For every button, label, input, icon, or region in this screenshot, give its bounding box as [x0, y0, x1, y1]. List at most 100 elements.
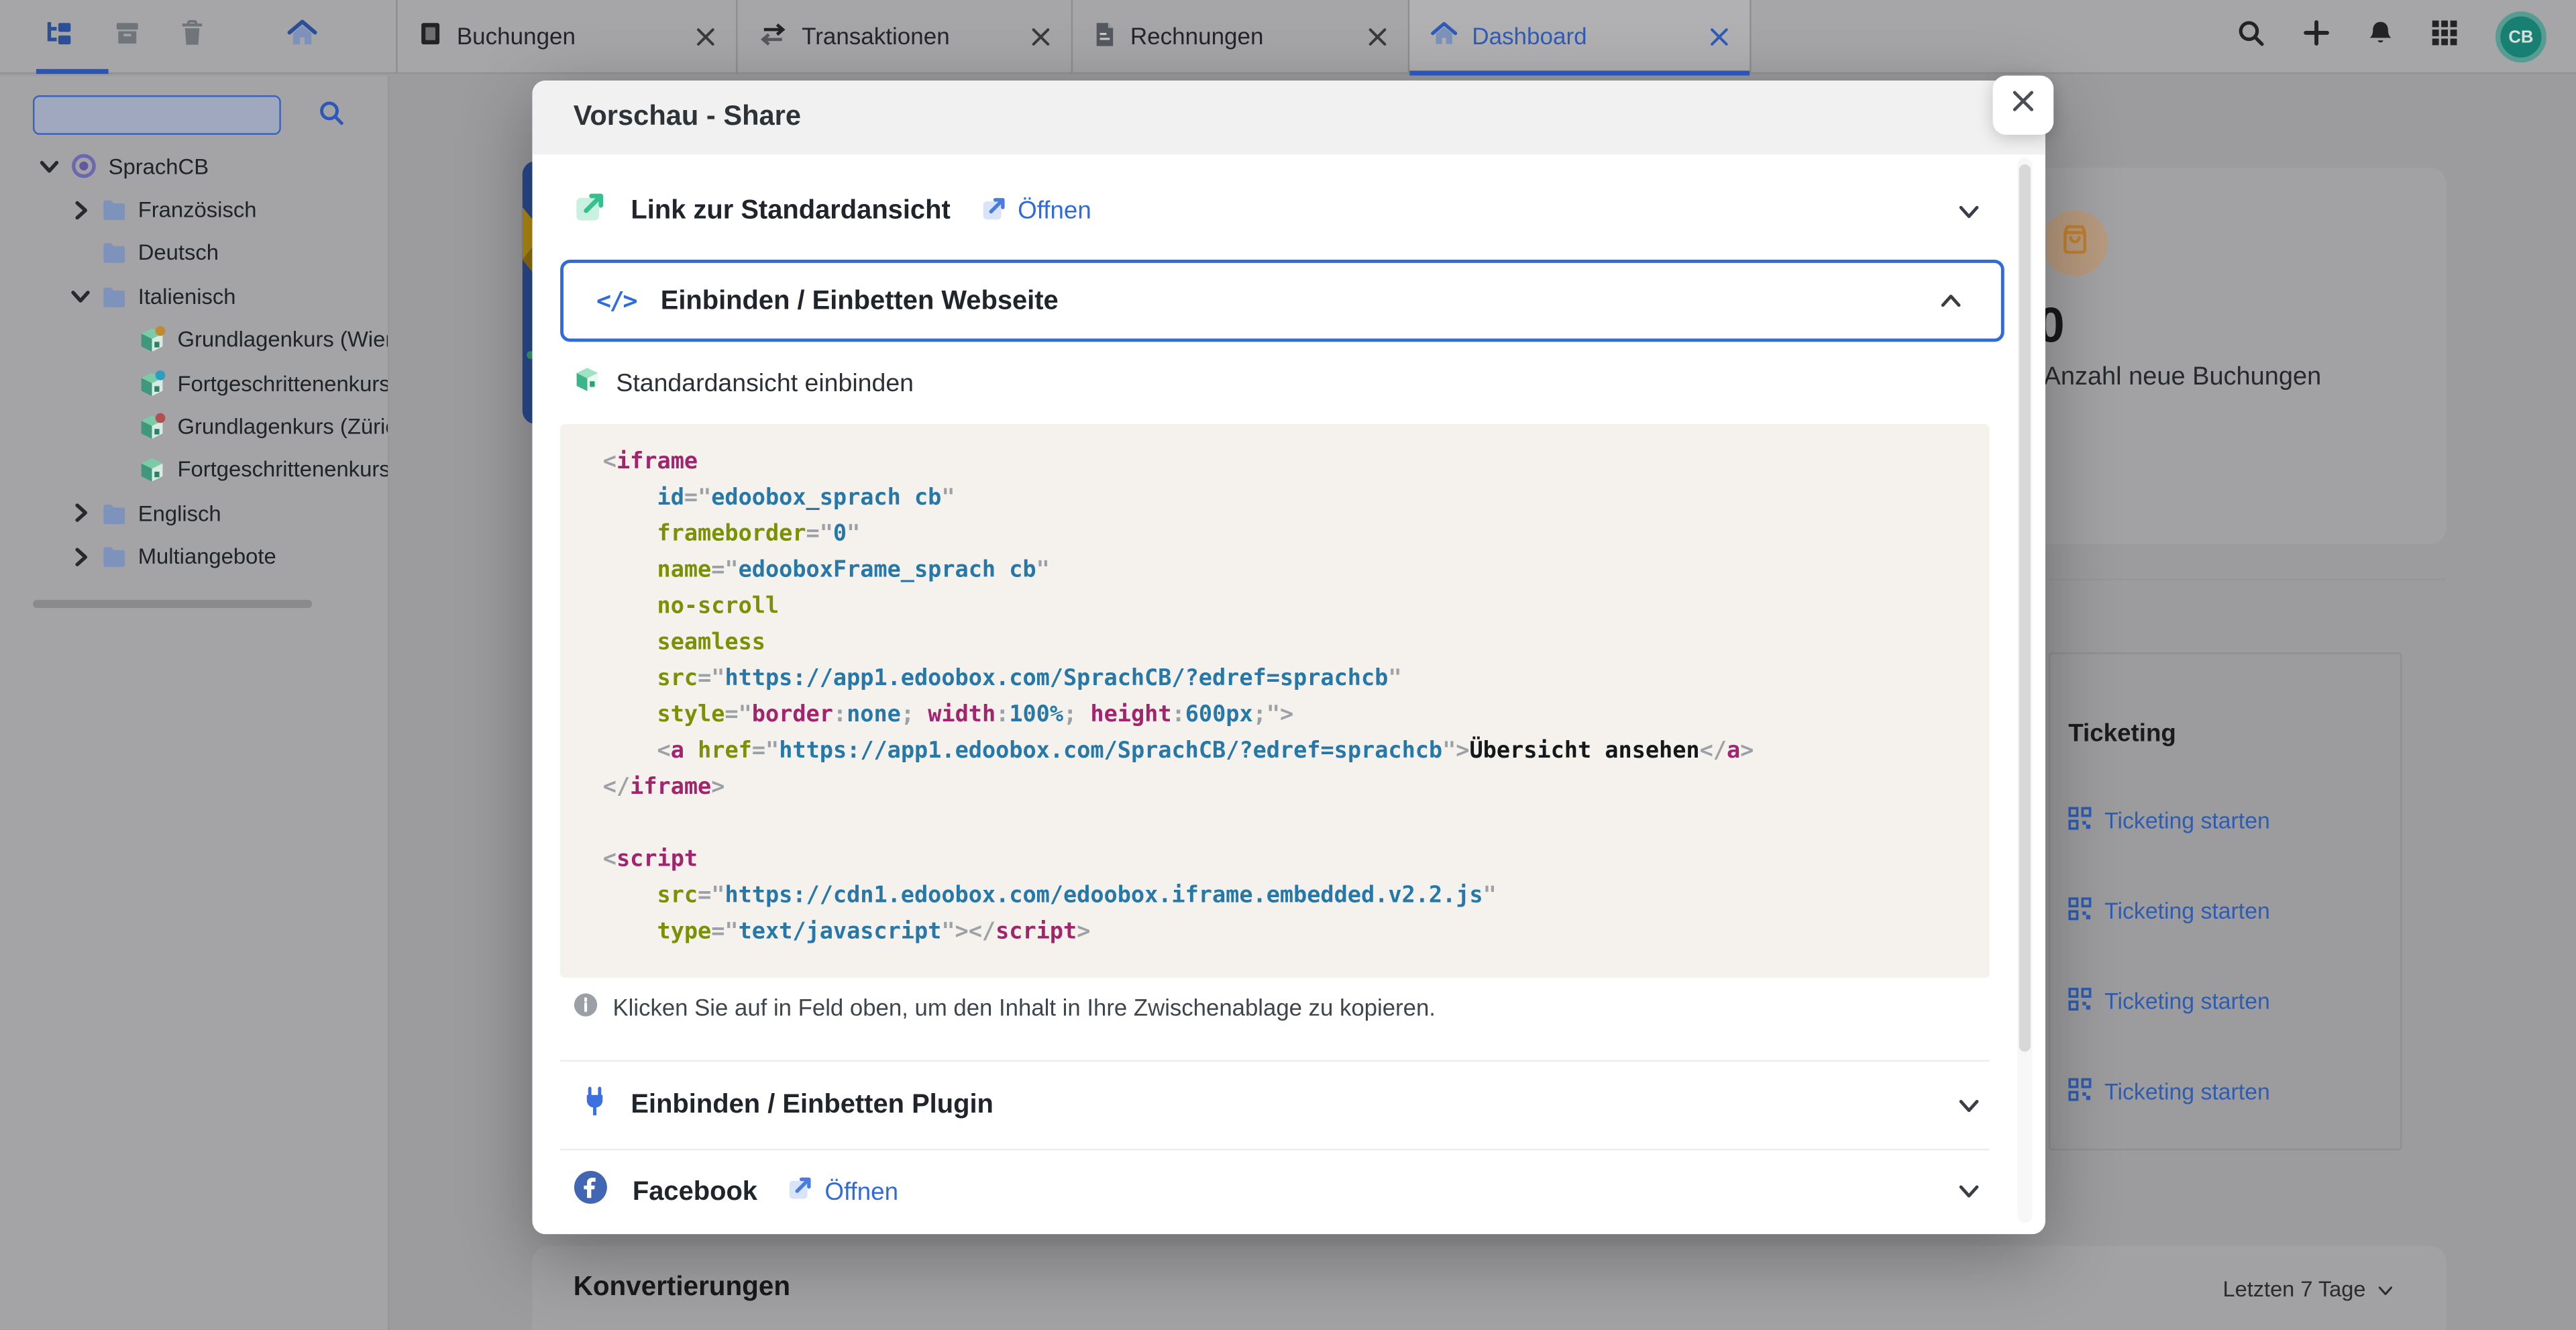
- tab-buchungen[interactable]: Buchungen: [398, 0, 738, 74]
- ticketing-starten-link[interactable]: Ticketing starten: [2068, 988, 2270, 1016]
- tab-label: Transaktionen: [802, 24, 950, 50]
- app-root: Buchungen Transaktionen Rechnungen Dashboar…: [0, 0, 2576, 1330]
- external-link-icon: [787, 1175, 813, 1208]
- open-link-label: Öffnen: [1018, 197, 1091, 225]
- code-line: id="edoobox_sprach cb": [603, 480, 1973, 516]
- booking-icon: [419, 21, 441, 53]
- tree-item[interactable]: SprachCB: [0, 145, 389, 189]
- tree-item[interactable]: Englisch: [0, 492, 389, 535]
- share-preview-modal: Vorschau - Share Link zur Standardansich…: [532, 81, 2045, 1234]
- chevron-down-icon: [1958, 1183, 1980, 1199]
- embed-heading: Standardansicht einbinden: [616, 369, 914, 399]
- tree-item[interactable]: Grundlagenkurs (Zürich): [0, 405, 389, 448]
- ticketing-starten-link[interactable]: Ticketing starten: [2068, 1078, 2270, 1107]
- accordion-embed-webseite[interactable]: </> Einbinden / Einbetten Webseite: [560, 260, 2004, 342]
- code-line: name="edooboxFrame_sprach cb": [603, 552, 1973, 589]
- accordion-label: Link zur Standardansicht: [631, 195, 950, 227]
- tab-dashboard[interactable]: Dashboard: [1409, 0, 1751, 74]
- code-line: src="https://cdn1.edoobox.com/edoobox.if…: [603, 878, 1973, 914]
- modal-title: Vorschau - Share: [574, 100, 801, 133]
- open-link-label: Öffnen: [824, 1178, 898, 1206]
- close-tab-icon[interactable]: [696, 28, 714, 46]
- accordion-facebook[interactable]: Facebook Öffnen: [532, 1150, 2045, 1232]
- shopping-bag-icon: [2057, 221, 2093, 265]
- chevron-right-icon[interactable]: [67, 547, 93, 566]
- navigation-tree: SprachCB Französisch Deutsch Italienisch Gru…: [0, 145, 389, 578]
- open-standard-view-link[interactable]: Öffnen: [980, 195, 1091, 227]
- search-icon[interactable]: [2238, 19, 2266, 55]
- tree-item[interactable]: Fortgeschrittenenkurs (Zu: [0, 448, 389, 492]
- apps-grid-icon[interactable]: [2431, 19, 2457, 54]
- close-tab-icon[interactable]: [1710, 28, 1728, 46]
- tree-item[interactable]: Grundlagenkurs (Wien): [0, 318, 389, 362]
- ticketing-starten-link[interactable]: Ticketing starten: [2068, 807, 2270, 835]
- notifications-icon[interactable]: [2367, 19, 2394, 55]
- link-label: Ticketing starten: [2104, 1080, 2270, 1105]
- code-line: style="border:none; width:100%; height:6…: [603, 697, 1973, 733]
- code-icon: </>: [596, 286, 636, 315]
- tree-item-label: SprachCB: [109, 154, 209, 178]
- tree-item[interactable]: Italienisch: [0, 274, 389, 318]
- chevron-down-icon: [2377, 1277, 2394, 1302]
- code-line: frameborder="0": [603, 516, 1973, 552]
- close-tab-icon[interactable]: [1368, 28, 1387, 46]
- modal-scrollbar[interactable]: [2017, 158, 2032, 1223]
- embed-code-field[interactable]: <iframe id="edoobox_sprach cb" framebord…: [560, 424, 1990, 978]
- ticketing-starten-link[interactable]: Ticketing starten: [2068, 897, 2270, 925]
- tree-item[interactable]: Französisch: [0, 188, 389, 232]
- code-line: seamless: [603, 625, 1973, 661]
- tree-item-label: Fortgeschrittenenkurs (Zu: [177, 458, 389, 482]
- close-button[interactable]: [1993, 76, 2054, 135]
- trash-icon[interactable]: [180, 19, 203, 54]
- home-icon[interactable]: [288, 19, 317, 54]
- tree-item-label: Französisch: [138, 197, 257, 222]
- avatar[interactable]: CB: [2496, 11, 2546, 62]
- ticket-scan-icon: [2068, 988, 2091, 1016]
- period-select[interactable]: Letzten 7 Tage: [2222, 1277, 2394, 1302]
- accordion-label: Einbinden / Einbetten Webseite: [661, 285, 1059, 317]
- accordion-label: Facebook: [633, 1176, 757, 1207]
- tab-transaktionen[interactable]: Transaktionen: [738, 0, 1073, 74]
- close-tab-icon[interactable]: [1032, 28, 1050, 46]
- chevron-right-icon[interactable]: [67, 200, 93, 219]
- left-rail: [0, 0, 389, 74]
- tree-item-label: Grundlagenkurs (Wien): [177, 327, 389, 352]
- add-icon[interactable]: [2303, 19, 2329, 54]
- top-bar: Buchungen Transaktionen Rechnungen Dashboar…: [0, 0, 2576, 74]
- chevron-down-icon[interactable]: [67, 289, 93, 304]
- archive-icon[interactable]: [115, 21, 140, 54]
- tab-rechnungen[interactable]: Rechnungen: [1073, 0, 1409, 74]
- link-label: Ticketing starten: [2104, 809, 2270, 833]
- stat-icon-circle: [2042, 210, 2108, 276]
- tree-item-label: Italienisch: [138, 284, 236, 309]
- tree-item[interactable]: Fortgeschrittenenkurs (W: [0, 362, 389, 405]
- divider: [2049, 578, 2447, 580]
- code-line: </iframe>: [603, 769, 1973, 805]
- code-line: src="https://app1.edoobox.com/SprachCB/?…: [603, 660, 1973, 697]
- chevron-right-icon[interactable]: [67, 503, 93, 523]
- info-icon: [574, 992, 598, 1024]
- sidebar-scrollbar[interactable]: [33, 600, 312, 608]
- search-input[interactable]: [33, 95, 281, 135]
- code-line: <iframe: [603, 444, 1973, 480]
- package-icon: [574, 366, 602, 401]
- tree-item[interactable]: Deutsch: [0, 232, 389, 275]
- folder-icon: [102, 546, 127, 568]
- modal-scrollbar-thumb[interactable]: [2019, 164, 2031, 1052]
- plug-icon: [583, 1086, 606, 1125]
- copy-info-text: Klicken Sie auf in Feld oben, um den Inh…: [612, 995, 1435, 1021]
- open-facebook-link[interactable]: Öffnen: [787, 1175, 898, 1208]
- tab-label: Rechnungen: [1130, 24, 1264, 50]
- accordion-standard-link[interactable]: Link zur Standardansicht Öffnen: [532, 172, 2045, 250]
- tree-view-icon[interactable]: [46, 19, 74, 54]
- code-line: <a href="https://app1.edoobox.com/Sprach…: [603, 733, 1973, 769]
- invoice-icon: [1094, 21, 1116, 54]
- tree-item-label: Fortgeschrittenenkurs (W: [177, 371, 389, 396]
- tree-item[interactable]: Multiangebote: [0, 535, 389, 578]
- rail-active-underline: [36, 69, 109, 74]
- accordion-embed-plugin[interactable]: Einbinden / Einbetten Plugin: [532, 1062, 2045, 1149]
- copy-info-row: Klicken Sie auf in Feld oben, um den Inh…: [574, 992, 1436, 1024]
- chevron-down-icon[interactable]: [36, 159, 62, 174]
- tab-label: Buchungen: [457, 24, 576, 50]
- search-icon[interactable]: [319, 100, 345, 134]
